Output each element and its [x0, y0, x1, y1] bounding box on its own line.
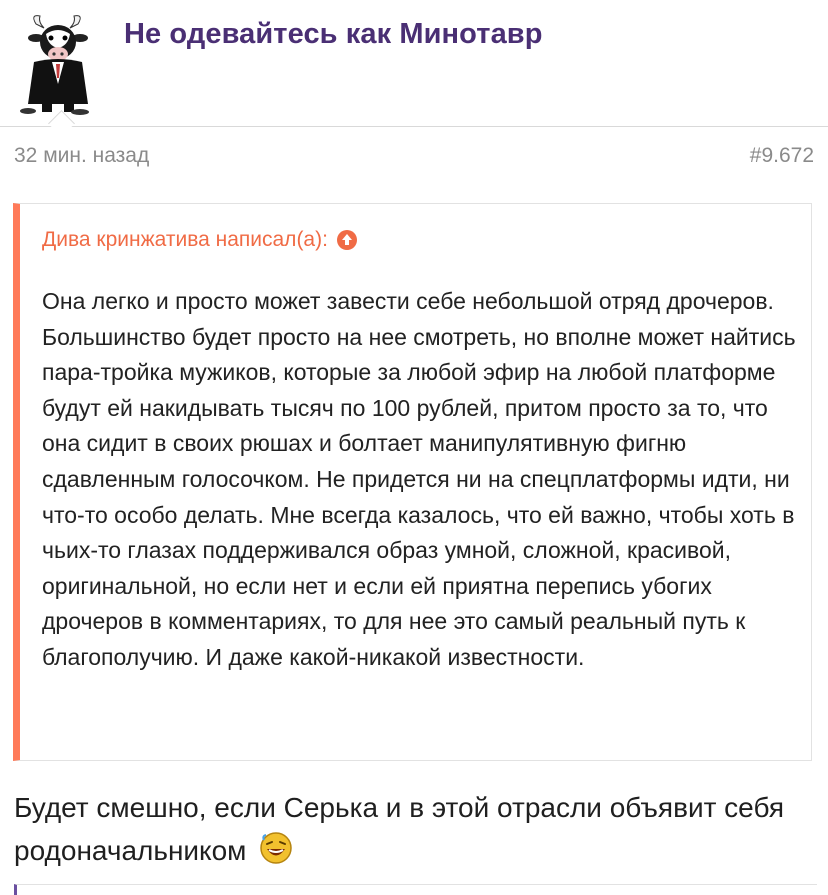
laughing-smiley-icon — [258, 830, 294, 866]
minotaur-avatar-icon[interactable] — [12, 12, 104, 116]
post-meta: 32 мин. назад #9.672 — [14, 144, 814, 174]
quote-author-line: Дива кринжатива написал(а): — [42, 228, 358, 252]
post-body-text: Будет смешно, если Серька и в этой отрас… — [14, 792, 785, 866]
quote-block: Дива кринжатива написал(а): Она легко и … — [13, 203, 812, 761]
post-number-link[interactable]: #9.672 — [750, 144, 814, 168]
post-body: Будет смешно, если Серька и в этой отрас… — [14, 786, 814, 872]
quote-text: Она легко и просто может завести себе не… — [42, 288, 796, 670]
post-timestamp[interactable]: 32 мин. назад — [14, 144, 149, 168]
arrow-up-circle-icon[interactable] — [336, 229, 358, 251]
post-author-name[interactable]: Не одевайтесь как Минотавр — [124, 18, 543, 51]
post-header: Не одевайтесь как Минотавр — [0, 0, 828, 137]
quote-author-label[interactable]: Дива кринжатива написал(а): — [42, 228, 328, 252]
